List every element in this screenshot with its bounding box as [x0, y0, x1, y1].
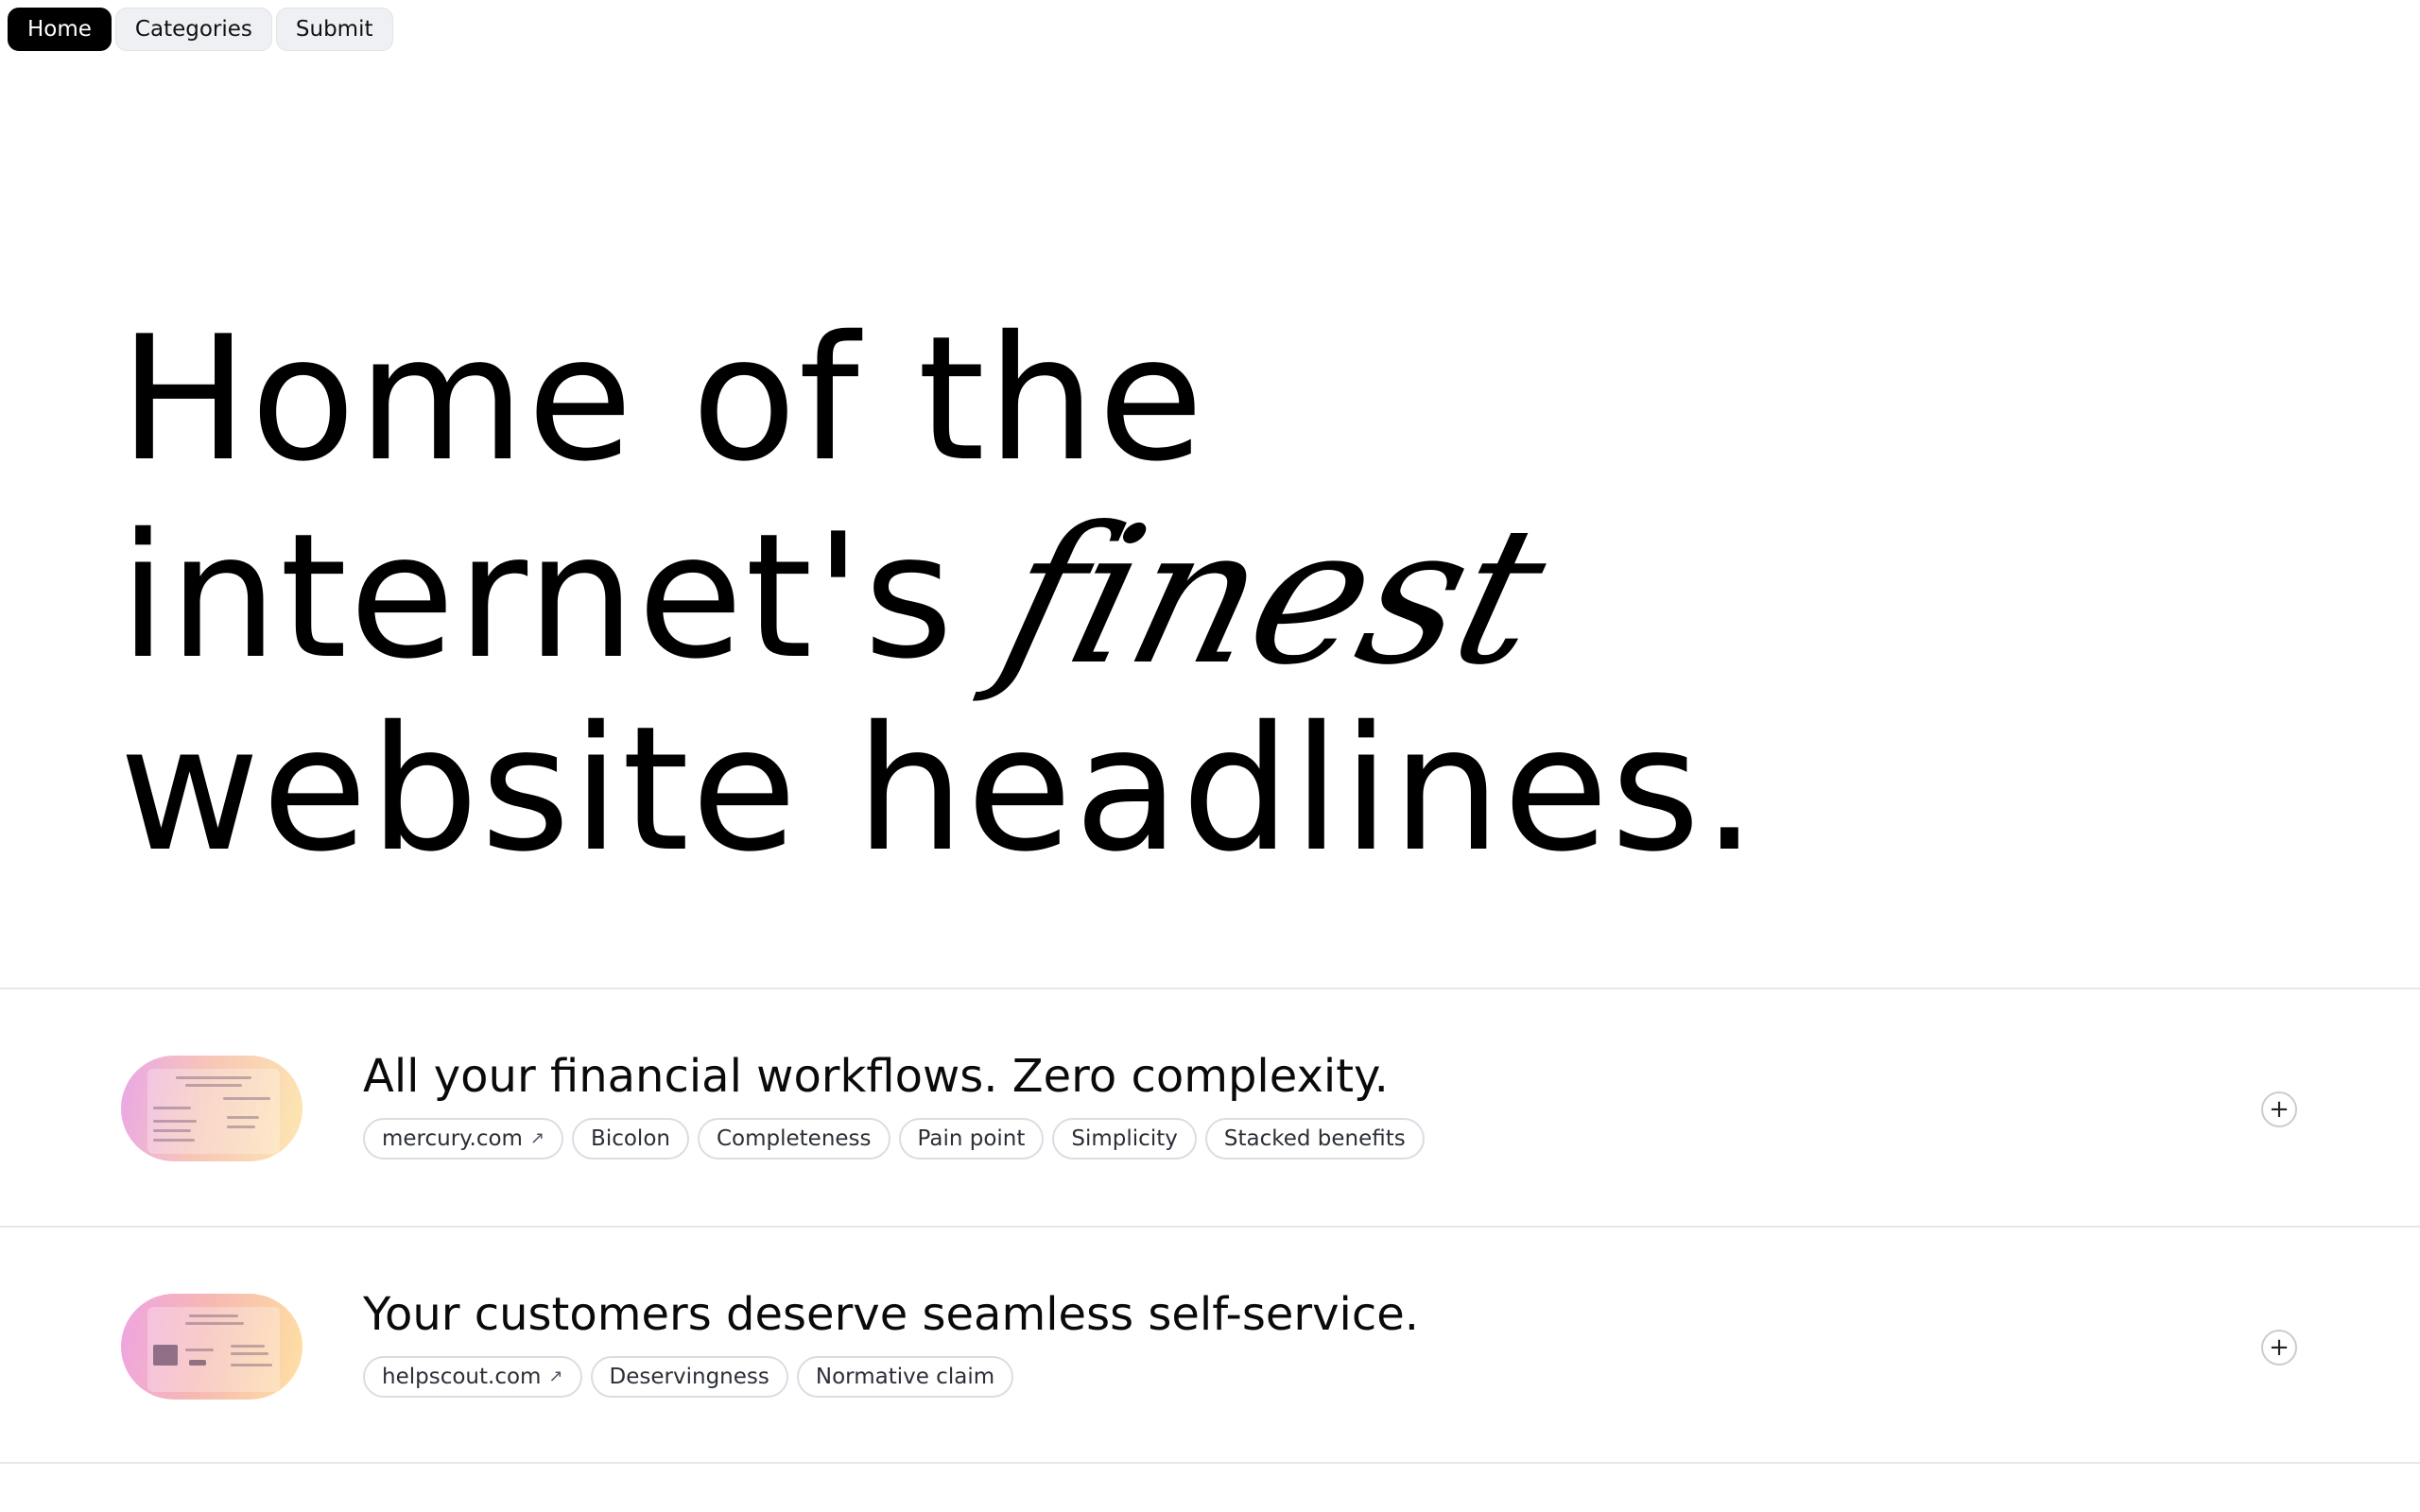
thumbnail-line: [176, 1076, 251, 1079]
hero-headline: Home of the internet's finest website he…: [119, 302, 2010, 885]
hero-line-2: internet's finest: [119, 487, 2010, 707]
thumbnail-line: [185, 1322, 244, 1325]
tag-chip[interactable]: Simplicity: [1052, 1118, 1197, 1160]
tag-chip[interactable]: Bicolon: [572, 1118, 689, 1160]
domain-link[interactable]: helpscout.com ↗: [363, 1356, 582, 1398]
nav-categories[interactable]: Categories: [114, 8, 272, 51]
plus-icon: +: [2269, 1095, 2290, 1124]
page: Home Categories Submit Home of the inter…: [0, 0, 2420, 1512]
thumbnail-line: [231, 1364, 272, 1366]
arrow-up-right-icon: ↗: [529, 1128, 545, 1148]
headline-entry[interactable]: Your customers deserve seamless self-ser…: [0, 1228, 2420, 1464]
tag-chip[interactable]: Normative claim: [796, 1356, 1014, 1398]
domain-link[interactable]: mercury.com ↗: [363, 1118, 564, 1160]
entry-tags: helpscout.com ↗ Deservingness Normative …: [363, 1356, 1014, 1398]
thumbnail-line: [153, 1107, 191, 1109]
headline-entry[interactable]: All your financial workflows. Zero compl…: [0, 989, 2420, 1226]
tag-chip[interactable]: Pain point: [898, 1118, 1045, 1160]
thumbnail-line: [185, 1084, 242, 1087]
arrow-up-right-icon: ↗: [548, 1366, 563, 1386]
nav-submit[interactable]: Submit: [275, 8, 393, 51]
expand-button[interactable]: +: [2261, 1330, 2297, 1366]
entry-headline[interactable]: Your customers deserve seamless self-ser…: [363, 1286, 1419, 1343]
thumbnail-line: [223, 1097, 270, 1100]
nav-home[interactable]: Home: [8, 8, 112, 51]
thumbnail-image: [153, 1345, 178, 1366]
thumbnail-line: [153, 1139, 195, 1142]
expand-button[interactable]: +: [2261, 1091, 2297, 1127]
entry-thumbnail[interactable]: [121, 1294, 302, 1400]
domain-label: helpscout.com: [382, 1365, 542, 1389]
thumbnail-line: [189, 1314, 238, 1317]
thumbnail-line: [231, 1352, 268, 1355]
thumbnail-preview: [147, 1069, 280, 1154]
divider: [0, 1462, 2420, 1464]
tag-chip[interactable]: Deservingness: [590, 1356, 788, 1398]
domain-label: mercury.com: [382, 1126, 523, 1151]
entry-headline[interactable]: All your financial workflows. Zero compl…: [363, 1048, 1389, 1105]
thumbnail-preview: [147, 1307, 280, 1392]
thumbnail-line: [227, 1116, 259, 1119]
entry-thumbnail[interactable]: [121, 1056, 302, 1161]
hero-italic-word: finest: [982, 487, 1564, 707]
thumbnail-line: [153, 1120, 197, 1123]
thumbnail-line: [231, 1345, 265, 1348]
hero-line-3: website headlines.: [119, 689, 1759, 889]
entry-tags: mercury.com ↗ Bicolon Completeness Pain …: [363, 1118, 1425, 1160]
top-nav: Home Categories Submit: [8, 8, 393, 51]
thumbnail-button: [189, 1360, 206, 1366]
tag-chip[interactable]: Stacked benefits: [1204, 1118, 1425, 1160]
plus-icon: +: [2269, 1333, 2290, 1362]
hero-line-2-prefix: internet's: [119, 496, 956, 696]
thumbnail-line: [153, 1129, 191, 1132]
tag-chip[interactable]: Completeness: [697, 1118, 890, 1160]
thumbnail-line: [227, 1125, 255, 1128]
hero-line-1: Home of the: [119, 299, 1206, 499]
thumbnail-line: [185, 1349, 214, 1351]
